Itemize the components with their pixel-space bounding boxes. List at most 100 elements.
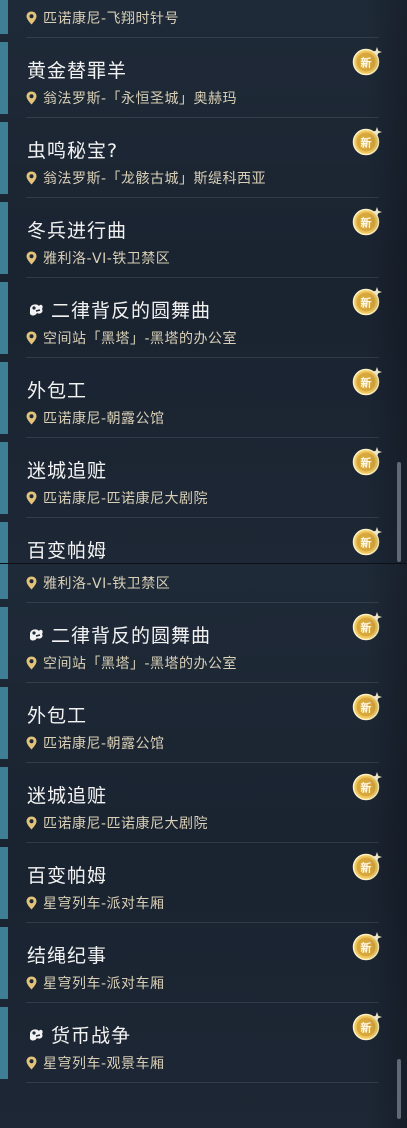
mission-list-item[interactable]: 迷城追赃 匹诺康尼-匹诺康尼大剧院 新: [0, 438, 407, 518]
mission-list-item[interactable]: 货币战争 星穹列车-观景车厢 新: [0, 1003, 407, 1083]
new-badge-label: 新: [361, 56, 372, 70]
mission-location-text: 匹诺康尼-朝露公馆: [43, 411, 165, 427]
mission-list-item[interactable]: 迷城追赃 匹诺康尼-匹诺康尼大剧院 新: [0, 763, 407, 843]
item-accent-bar: [0, 442, 8, 514]
new-badge-icon: 新: [352, 367, 382, 396]
map-pin-icon: [26, 896, 37, 910]
item-accent-bar: [0, 607, 8, 679]
new-badge-label: 新: [361, 941, 372, 955]
mission-title-row: 百变帕姆: [27, 536, 107, 563]
mission-title: 外包工: [27, 380, 88, 402]
row-divider: [26, 1082, 379, 1083]
new-badge-label: 新: [361, 701, 372, 715]
mission-location: 星穹列车-派对车厢: [26, 893, 165, 913]
mission-list-item[interactable]: 黄金替罪羊 翁法罗斯-「永恒圣城」奥赫玛 新: [0, 38, 407, 118]
mission-location: 匹诺康尼-匹诺康尼大剧院: [26, 488, 208, 508]
mission-title-row: 外包工: [27, 701, 87, 728]
mission-location: 星穹列车-观景车厢: [26, 1053, 165, 1073]
new-badge-icon: 新: [352, 127, 382, 156]
companion-mission-icon: [29, 303, 43, 316]
new-badge-icon: 新: [352, 447, 382, 476]
mission-location-text: 翁法罗斯-「龙骸古城」斯缇科西亚: [43, 171, 267, 187]
mission-list-item[interactable]: 冬兵进行曲 雅利洛-VI-铁卫禁区 新: [0, 564, 407, 603]
mission-location: 翁法罗斯-「龙骸古城」斯缇科西亚: [26, 168, 266, 188]
new-badge-label: 新: [361, 296, 372, 310]
new-badge-label: 新: [361, 136, 372, 150]
item-accent-bar: [0, 282, 8, 354]
map-pin-icon: [26, 816, 37, 830]
mission-title: 冬兵进行曲: [27, 220, 128, 242]
new-badge-icon: 新: [352, 47, 382, 76]
companion-mission-icon: [29, 1028, 43, 1041]
mission-location-text: 雅利洛-VI-铁卫禁区: [43, 251, 171, 267]
mission-location: 雅利洛-VI-铁卫禁区: [26, 248, 170, 268]
new-badge-icon: 新: [352, 932, 382, 961]
map-pin-icon: [26, 251, 37, 265]
new-badge-icon: 新: [352, 692, 382, 721]
mission-list-item[interactable]: 外包工 匹诺康尼-朝露公馆 新: [0, 683, 407, 763]
mission-list-item[interactable]: 冬兵进行曲 雅利洛-VI-铁卫禁区 新: [0, 198, 407, 278]
new-badge-label: 新: [361, 216, 372, 230]
item-accent-bar: [0, 202, 8, 274]
mission-location-text: 星穹列车-派对车厢: [43, 896, 165, 912]
scrollbar[interactable]: [397, 462, 401, 562]
new-badge-icon: 新: [352, 527, 382, 556]
mission-title: 百变帕姆: [27, 865, 108, 887]
mission-title: 二律背反的圆舞曲: [51, 300, 212, 322]
mission-title-row: 二律背反的圆舞曲: [27, 621, 211, 648]
new-badge-label: 新: [361, 621, 372, 635]
scrollbar[interactable]: [397, 1059, 401, 1119]
item-accent-bar: [0, 1007, 8, 1079]
mission-title-row: 迷城追赃: [27, 781, 107, 808]
mission-list-item[interactable]: 百变帕姆 新: [0, 518, 407, 563]
item-accent-bar: [0, 522, 8, 563]
mission-list-scroller: 冬兵进行曲 雅利洛-VI-铁卫禁区 新 二律背反的圆舞曲: [0, 564, 407, 1083]
mission-list-scroller: 匹诺康尼-飞翔时针号 新 黄金替罪羊 翁法罗斯-「永恒圣城」奥赫玛 新: [0, 0, 407, 563]
mission-list-item[interactable]: 结绳纪事 星穹列车-派对车厢 新: [0, 923, 407, 1003]
mission-location: 空间站「黑塔」-黑塔的办公室: [26, 653, 237, 673]
new-badge-icon: 新: [352, 1012, 382, 1041]
mission-location-text: 星穹列车-观景车厢: [43, 1056, 165, 1072]
mission-title: 外包工: [27, 705, 88, 727]
mission-list-item[interactable]: 二律背反的圆舞曲 空间站「黑塔」-黑塔的办公室 新: [0, 278, 407, 358]
mission-location: 匹诺康尼-朝露公馆: [26, 733, 165, 753]
mission-title: 百变帕姆: [27, 540, 108, 562]
new-badge-label: 新: [361, 861, 372, 875]
companion-mission-icon: [29, 628, 43, 641]
mission-title-row: 迷城追赃: [27, 456, 107, 483]
mission-location-text: 星穹列车-派对车厢: [43, 976, 165, 992]
new-badge-icon: 新: [352, 612, 382, 641]
mission-title: 结绳纪事: [27, 945, 108, 967]
mission-title-row: 冬兵进行曲: [27, 564, 127, 568]
mission-location: 匹诺康尼-飞翔时针号: [26, 8, 179, 28]
mission-title-row: 虫鸣秘宝?: [27, 136, 118, 163]
map-pin-icon: [26, 491, 37, 505]
item-accent-bar: [0, 122, 8, 194]
new-badge-icon: 新: [352, 207, 382, 236]
mission-location-text: 匹诺康尼-匹诺康尼大剧院: [43, 816, 209, 832]
map-pin-icon: [26, 11, 37, 25]
map-pin-icon: [26, 656, 37, 670]
mission-location-text: 空间站「黑塔」-黑塔的办公室: [43, 331, 238, 347]
mission-title-row: 外包工: [27, 376, 87, 403]
mission-title: 虫鸣秘宝?: [27, 140, 119, 162]
mission-location: 空间站「黑塔」-黑塔的办公室: [26, 328, 237, 348]
mission-title: 冬兵进行曲: [27, 564, 127, 568]
mission-title-row: 二律背反的圆舞曲: [27, 296, 211, 323]
map-pin-icon: [26, 1056, 37, 1070]
map-pin-icon: [26, 976, 37, 990]
mission-list-item[interactable]: 百变帕姆 星穹列车-派对车厢 新: [0, 843, 407, 923]
item-accent-bar: [0, 0, 8, 34]
map-pin-icon: [26, 331, 37, 345]
mission-list-item[interactable]: 匹诺康尼-飞翔时针号 新: [0, 0, 407, 38]
new-badge-label: 新: [361, 376, 372, 390]
map-pin-icon: [26, 91, 37, 105]
mission-list-item[interactable]: 外包工 匹诺康尼-朝露公馆 新: [0, 358, 407, 438]
item-accent-bar: [0, 847, 8, 919]
mission-title: 货币战争: [51, 1025, 132, 1047]
mission-list-item[interactable]: 二律背反的圆舞曲 空间站「黑塔」-黑塔的办公室 新: [0, 603, 407, 683]
item-accent-bar: [0, 362, 8, 434]
mission-list-item[interactable]: 虫鸣秘宝? 翁法罗斯-「龙骸古城」斯缇科西亚 新: [0, 118, 407, 198]
mission-title: 迷城追赃: [27, 460, 108, 482]
mission-title-row: 冬兵进行曲: [27, 216, 127, 243]
